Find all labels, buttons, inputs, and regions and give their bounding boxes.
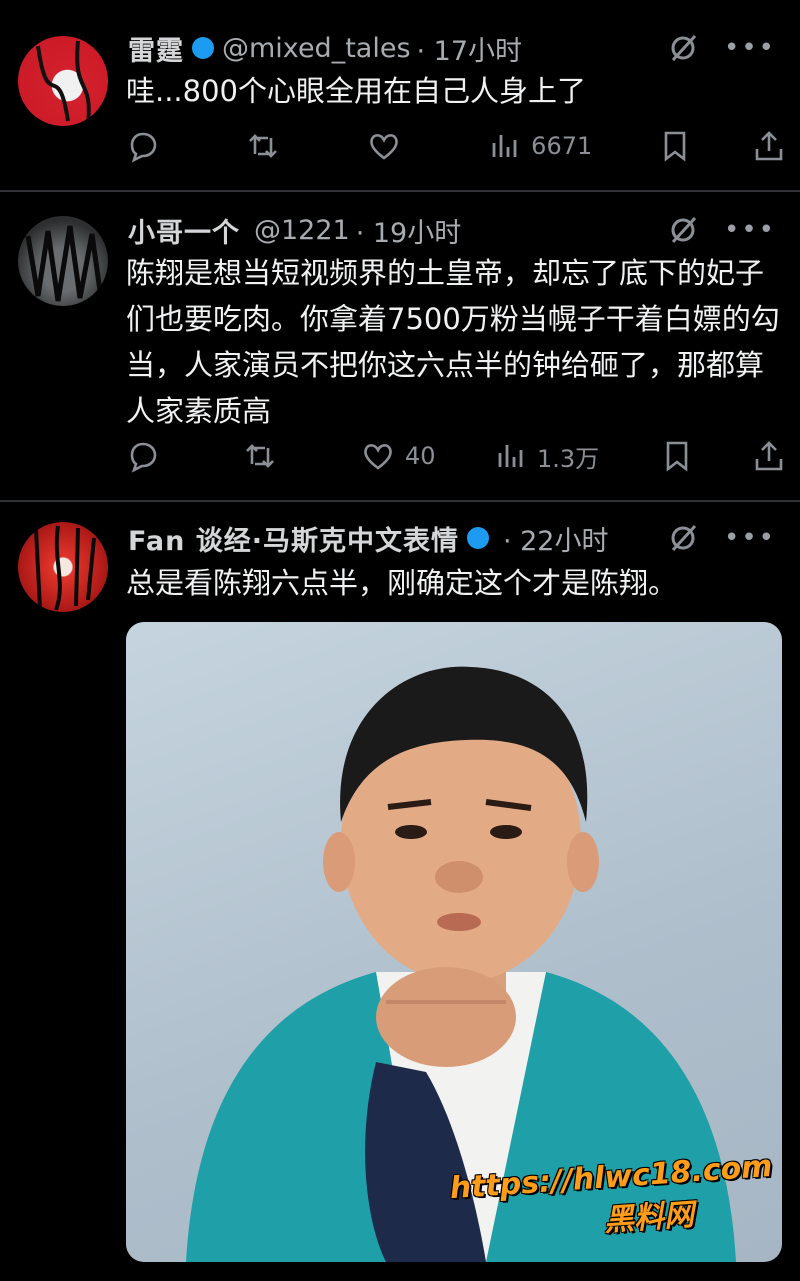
author-name[interactable]: 小哥一个 — [128, 212, 240, 249]
avatar-scribble-icon — [36, 40, 91, 125]
post-text: 总是看陈翔六点半，刚确定这个才是陈翔。 — [126, 566, 678, 600]
share-icon — [755, 131, 783, 161]
views-button[interactable]: 1.3万 — [493, 439, 603, 474]
post-header: 小哥一个 @1221 · 19小时 ••• — [128, 212, 776, 249]
repost-button[interactable] — [246, 129, 306, 163]
author-handle[interactable]: @mixed_tales — [222, 33, 411, 64]
author-name[interactable]: Fan 谈经·马斯克中文表情 — [128, 520, 459, 557]
views-count: 1.3万 — [537, 444, 600, 473]
post-text: 哇...800个心眼全用在自己人身上了 — [126, 74, 587, 108]
grok-icon[interactable] — [668, 215, 698, 245]
repost-icon — [246, 444, 275, 468]
post-1[interactable]: 雷霆 @mixed_tales · 17小时 ••• 哇...800个心眼全用在… — [0, 0, 800, 190]
views-button[interactable]: 6671 — [487, 129, 597, 163]
verified-badge-icon — [192, 37, 214, 59]
views-count: 6671 — [531, 132, 593, 160]
share-icon — [755, 441, 783, 471]
reply-icon — [130, 442, 157, 473]
views-chart-icon — [492, 135, 517, 157]
author-handle[interactable]: @1221 — [254, 215, 350, 246]
grok-icon[interactable] — [668, 33, 698, 63]
timestamp[interactable]: · 22小时 — [503, 520, 609, 557]
reply-icon — [130, 132, 157, 163]
post-header: Fan 谈经·马斯克中文表情 · 22小时 ••• — [128, 520, 776, 556]
reply-button[interactable] — [126, 439, 186, 473]
repost-icon — [249, 134, 278, 158]
views-chart-icon — [498, 445, 523, 467]
bookmark-button[interactable] — [658, 129, 692, 163]
avatar-scribble-icon — [25, 225, 103, 302]
verified-badge-icon — [466, 527, 489, 549]
like-button[interactable]: 40 — [361, 439, 436, 473]
avatar[interactable] — [18, 36, 108, 126]
timestamp[interactable]: · 17小时 — [417, 30, 523, 67]
more-options-icon[interactable]: ••• — [724, 523, 776, 553]
bookmark-button[interactable] — [660, 439, 694, 473]
reply-button[interactable] — [126, 129, 186, 163]
action-bar: 40 1.3万 — [126, 436, 786, 476]
more-options-icon[interactable]: ••• — [724, 33, 776, 63]
avatar[interactable] — [18, 522, 108, 612]
like-button[interactable] — [367, 129, 427, 163]
post-header: 雷霆 @mixed_tales · 17小时 ••• — [128, 30, 776, 67]
action-bar: 6671 — [126, 126, 786, 166]
bookmark-icon — [667, 441, 688, 472]
heart-icon — [369, 134, 398, 160]
bookmark-icon — [664, 131, 685, 162]
repost-button[interactable] — [243, 439, 303, 473]
like-count: 40 — [404, 442, 436, 470]
share-button[interactable] — [752, 129, 786, 163]
share-button[interactable] — [752, 439, 786, 473]
post-2[interactable]: 小哥一个 @1221 · 19小时 ••• 陈翔是想当短视频界的土皇帝，却忘了底… — [0, 192, 800, 502]
timestamp[interactable]: · 19小时 — [356, 212, 462, 249]
more-options-icon[interactable]: ••• — [724, 215, 776, 245]
post-text: 陈翔是想当短视频界的土皇帝，却忘了底下的妃子们也要吃肉。你拿着7500万粉当幌子… — [126, 256, 780, 428]
grok-icon[interactable] — [668, 523, 698, 553]
avatar[interactable] — [18, 216, 108, 306]
author-name[interactable]: 雷霆 — [128, 30, 184, 67]
heart-icon — [364, 444, 392, 470]
avatar-scribble-icon — [34, 525, 96, 611]
